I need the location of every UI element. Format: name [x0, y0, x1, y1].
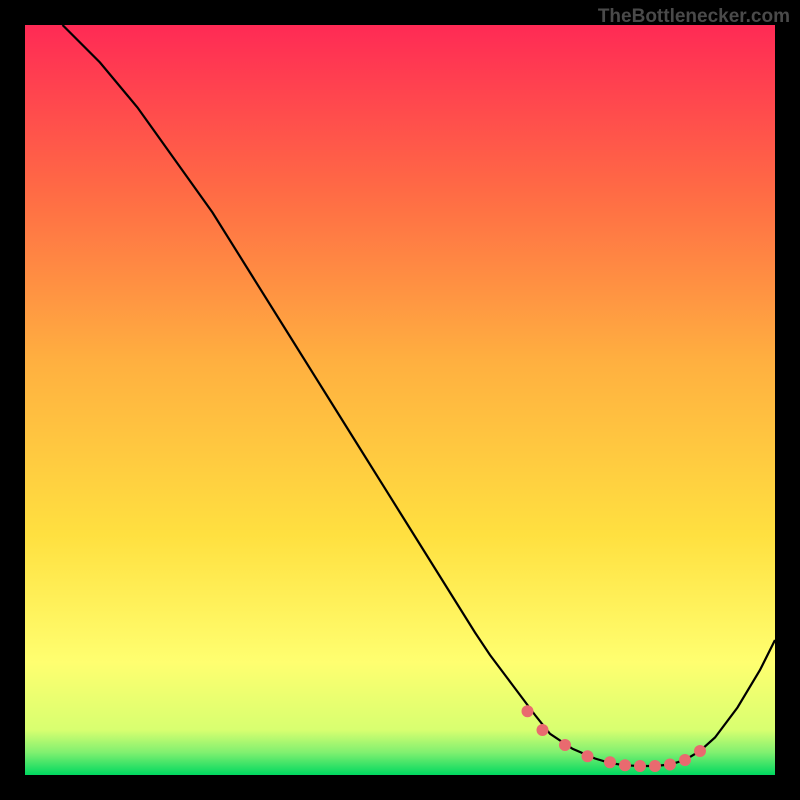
highlight-dot: [582, 750, 594, 762]
highlight-dot: [619, 759, 631, 771]
highlight-dot: [664, 759, 676, 771]
highlight-dot: [634, 760, 646, 772]
highlight-dot: [522, 705, 534, 717]
highlight-dot: [604, 756, 616, 768]
highlight-dot: [694, 745, 706, 757]
watermark-text: TheBottlenecker.com: [598, 6, 790, 28]
gradient-background: [25, 25, 775, 775]
chart-container: TheBottlenecker.com: [0, 0, 800, 800]
highlight-dot: [679, 754, 691, 766]
chart-svg: [25, 25, 775, 775]
plot-area: [25, 25, 775, 775]
highlight-dot: [559, 739, 571, 751]
highlight-dot: [537, 724, 549, 736]
highlight-dot: [649, 760, 661, 772]
